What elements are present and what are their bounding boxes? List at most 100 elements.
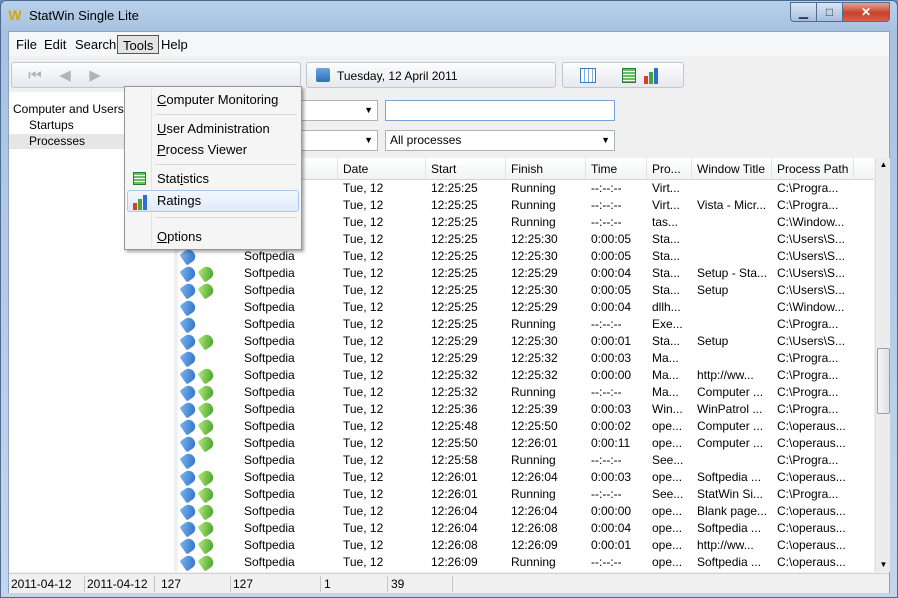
- table-row[interactable]: Softpedia Tue, 12 12:25:25 12:25:29 0:00:04 d…: [178, 298, 874, 317]
- calendar-icon[interactable]: [580, 68, 596, 83]
- cell-finish: 12:25:50: [511, 419, 558, 433]
- scroll-down-icon[interactable]: ▼: [876, 558, 891, 572]
- cell-user: Softpedia: [244, 317, 295, 331]
- table-row[interactable]: Softpedia Tue, 12 12:25:29 12:25:32 0:00:03 M…: [178, 349, 874, 368]
- menu-help[interactable]: Help: [156, 35, 193, 54]
- table-row[interactable]: Softpedia Tue, 12 12:25:50 12:26:01 0:00:11 o…: [178, 434, 874, 453]
- menu-file[interactable]: File: [11, 35, 42, 54]
- menu-item-computer-monitoring[interactable]: Computer Monitoring: [127, 89, 299, 111]
- cell-finish: 12:25:30: [511, 232, 558, 246]
- menu-item-options[interactable]: Options: [127, 226, 299, 248]
- cell-proc: ope...: [652, 436, 683, 450]
- table-row[interactable]: Softpedia Tue, 12 12:25:32 12:25:32 0:00:00 M…: [178, 366, 874, 385]
- maximize-button[interactable]: □: [816, 2, 843, 22]
- cell-title: Blank page...: [697, 504, 768, 518]
- cell-date: Tue, 12: [343, 470, 384, 484]
- cell-title: Computer ...: [697, 385, 764, 399]
- table-row[interactable]: Softpedia Tue, 12 12:25:48 12:25:50 0:00:02 o…: [178, 417, 874, 436]
- cell-proc: Win...: [652, 402, 683, 416]
- cell-title: Vista - Micr...: [697, 198, 767, 212]
- cell-user: Softpedia: [244, 436, 295, 450]
- scroll-up-icon[interactable]: ▲: [876, 158, 891, 172]
- col-header-finish[interactable]: Finish: [506, 158, 586, 180]
- cell-title: [692, 316, 772, 333]
- cell-user: Softpedia: [244, 249, 295, 263]
- cell-title: [692, 231, 772, 248]
- cell-proc: See...: [652, 453, 684, 467]
- window-tag-icon: [197, 383, 216, 402]
- search-input[interactable]: [385, 100, 615, 121]
- cell-proc: Sta...: [652, 232, 681, 246]
- menu-item-process-viewer[interactable]: Process Viewer: [127, 139, 299, 161]
- table-row[interactable]: Softpedia Tue, 12 12:26:08 12:26:09 0:00:01 o…: [178, 536, 874, 555]
- cell-time: 0:00:01: [591, 334, 632, 348]
- status-count-a: 127: [159, 576, 231, 592]
- menu-search[interactable]: Search: [70, 35, 121, 54]
- tree-item-startups[interactable]: Startups: [29, 118, 74, 133]
- cell-title: StatWin Si...: [697, 487, 764, 501]
- table-row[interactable]: Softpedia Tue, 12 12:25:25 12:25:30 0:00:05 S…: [178, 281, 874, 300]
- table-row[interactable]: Softpedia Tue, 12 12:25:32 Running --:--:-- M…: [178, 383, 874, 402]
- process-filter-combo[interactable]: All processes ▼: [385, 130, 615, 151]
- cell-finish: 12:25:32: [511, 368, 558, 382]
- col-header-process-path[interactable]: Process Path: [772, 158, 854, 180]
- menu-tools[interactable]: Tools: [117, 35, 160, 54]
- col-header-date[interactable]: Date: [338, 158, 426, 180]
- window-tag-icon: [197, 417, 216, 436]
- window-tag-icon: [197, 553, 216, 572]
- table-row[interactable]: Softpedia Tue, 12 12:26:04 12:26:04 0:00:00 o…: [178, 502, 874, 521]
- date-selector[interactable]: Tuesday, 12 April 2011: [306, 62, 556, 88]
- type-filter-combo[interactable]: ▼: [294, 130, 378, 151]
- monitor-icon: [316, 68, 330, 82]
- first-icon[interactable]: ⏮: [26, 67, 44, 85]
- window-tag-icon: [197, 366, 216, 385]
- title-bar[interactable]: W StatWin Single Lite ▁ □ ✕: [1, 1, 897, 31]
- cell-start: 12:25:25: [431, 181, 478, 195]
- menu-item-user-administration[interactable]: User Administration: [127, 118, 299, 140]
- vertical-scrollbar[interactable]: ▲ ▼: [875, 158, 890, 572]
- col-header-process[interactable]: Pro...: [647, 158, 692, 180]
- cell-path: C:\Progra...: [777, 402, 839, 416]
- scroll-thumb[interactable]: [877, 348, 890, 414]
- col-header-time[interactable]: Time: [586, 158, 647, 180]
- table-row[interactable]: Softpedia Tue, 12 12:25:25 12:25:30 0:00:05 S…: [178, 247, 874, 266]
- cell-time: 0:00:05: [591, 283, 632, 297]
- user-filter-combo[interactable]: ▼: [294, 100, 378, 121]
- cell-user: Softpedia: [244, 402, 295, 416]
- cell-path: C:\Users\S...: [777, 266, 846, 280]
- menu-edit[interactable]: Edit: [39, 35, 71, 54]
- table-row[interactable]: Softpedia Tue, 12 12:25:58 Running --:--:-- S…: [178, 451, 874, 470]
- table-row[interactable]: Softpedia Tue, 12 12:25:25 12:25:29 0:00:04 S…: [178, 264, 874, 283]
- tree-item-computer-and-users[interactable]: Computer and Users: [13, 102, 124, 117]
- cell-start: 12:25:32: [431, 368, 478, 382]
- cell-proc: Ma...: [652, 368, 679, 382]
- cell-date: Tue, 12: [343, 436, 384, 450]
- cell-proc: ope...: [652, 470, 683, 484]
- back-arrow-icon[interactable]: ◀: [56, 67, 74, 85]
- cell-start: 12:26:01: [431, 470, 478, 484]
- minimize-button[interactable]: ▁: [790, 2, 817, 22]
- statistics-icon: [133, 172, 146, 185]
- table-row[interactable]: Softpedia Tue, 12 12:26:09 Running --:--:-- o…: [178, 553, 874, 572]
- cell-start: 12:25:36: [431, 402, 478, 416]
- window-tag-icon: [197, 485, 216, 504]
- table-row[interactable]: Softpedia Tue, 12 12:26:04 12:26:08 0:00:04 o…: [178, 519, 874, 538]
- close-button[interactable]: ✕: [842, 2, 890, 22]
- table-row[interactable]: Softpedia Tue, 12 12:25:29 12:25:30 0:00:01 S…: [178, 332, 874, 351]
- cell-proc: Sta...: [652, 266, 681, 280]
- ratings-chart-icon[interactable]: [644, 68, 660, 84]
- table-row[interactable]: Softpedia Tue, 12 12:25:25 Running --:--:-- E…: [178, 315, 874, 334]
- cell-start: 12:25:29: [431, 334, 478, 348]
- forward-arrow-icon[interactable]: ▶: [86, 67, 104, 85]
- cell-proc: Sta...: [652, 334, 681, 348]
- table-row[interactable]: Softpedia Tue, 12 12:26:01 Running --:--:-- S…: [178, 485, 874, 504]
- menu-item-statistics[interactable]: Statistics: [127, 168, 299, 190]
- col-header-start[interactable]: Start: [426, 158, 506, 180]
- cell-start: 12:25:25: [431, 198, 478, 212]
- col-header-window-title[interactable]: Window Title: [692, 158, 772, 180]
- table-row[interactable]: Softpedia Tue, 12 12:25:36 12:25:39 0:00:03 W…: [178, 400, 874, 419]
- cell-time: --:--:--: [591, 215, 622, 229]
- menu-item-ratings[interactable]: Ratings: [127, 190, 299, 212]
- statistics-icon[interactable]: [622, 68, 636, 83]
- table-row[interactable]: Softpedia Tue, 12 12:26:01 12:26:04 0:00:03 o…: [178, 468, 874, 487]
